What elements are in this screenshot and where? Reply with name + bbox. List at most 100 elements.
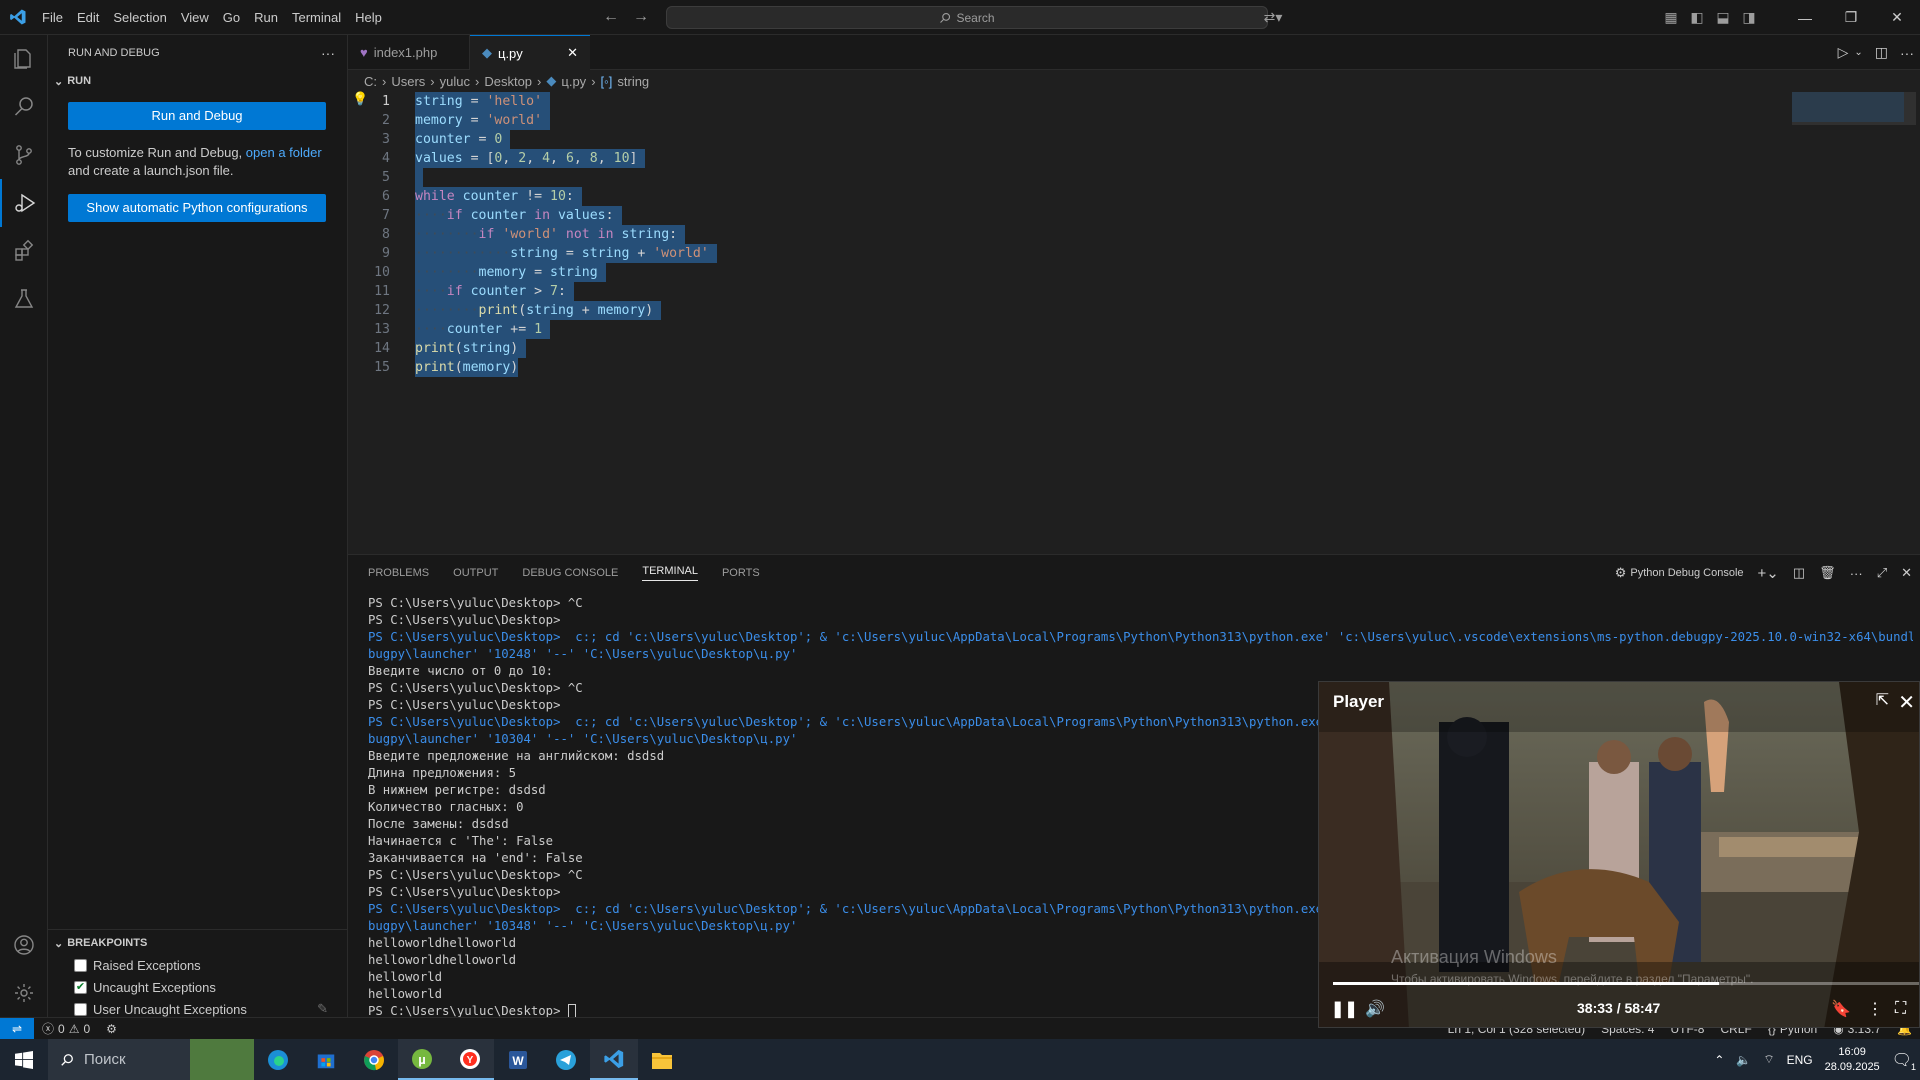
tray-chevron-up-icon[interactable]: ⌃ [1714,1053,1724,1067]
line-number: 12 [374,303,390,318]
tab-problems[interactable]: PROBLEMS [368,567,429,579]
chrome-icon[interactable] [350,1039,398,1080]
run-section-header[interactable]: ⌄ RUN [48,70,347,92]
player-menu-icon[interactable]: ⋮ [1867,999,1883,1019]
word-icon[interactable]: W [494,1039,542,1080]
account-icon[interactable] [0,921,48,969]
notification-center-icon[interactable]: 🗨 1 [1892,1050,1916,1072]
exit-pip-icon[interactable]: ⇱ [1876,690,1889,710]
clock[interactable]: 16:09 28.09.2025 [1825,1045,1880,1075]
input-language[interactable]: ENG [1787,1053,1813,1067]
yandex-browser-icon[interactable]: Y [446,1039,494,1080]
run-python-file-icon[interactable]: ▷ [1838,44,1849,61]
settings-gear-icon[interactable] [0,969,48,1017]
wifi-icon[interactable]: ⌔ [1763,1052,1774,1067]
toggle-sidebar-icon[interactable]: ◧ [1684,0,1710,35]
minimize-icon[interactable]: — [1782,0,1828,35]
search-view-icon[interactable] [0,83,48,131]
volume-icon[interactable]: 🔊 [1365,999,1385,1019]
split-terminal-icon[interactable]: ◫ [1793,565,1805,581]
tab-py-file[interactable]: ◆ ц.py ✕ [470,35,590,70]
source-control-icon[interactable] [0,131,48,179]
breadcrumb-item[interactable]: Users [391,74,425,89]
menu-run[interactable]: Run [247,0,285,35]
customize-layout-icon[interactable]: ▦ [1658,0,1684,35]
video-player-window[interactable]: Player ⇱ ✕ Активация Windows Чтобы актив… [1318,681,1920,1028]
checkbox-raised[interactable] [74,958,87,972]
bookmark-icon[interactable]: 🔖 [1831,999,1851,1019]
file-explorer-icon[interactable] [638,1039,686,1080]
breakpoint-raised[interactable]: Raised Exceptions [48,954,348,976]
restore-icon[interactable]: ❐ [1828,0,1874,35]
split-editor-icon[interactable]: ◫ [1875,44,1888,61]
testing-flask-icon[interactable] [0,275,48,323]
maximize-panel-icon[interactable]: ⤢ [1877,565,1887,581]
tab-output[interactable]: OUTPUT [453,567,498,579]
tab-debug-console[interactable]: DEBUG CONSOLE [522,567,618,579]
edit-pencil-icon[interactable]: ✎ [317,1001,328,1017]
menu-terminal[interactable]: Terminal [285,0,348,35]
breadcrumb: C: › Users › yuluc › Desktop › ◆ ц.py › [◦] s… [348,70,1920,92]
panel-more-icon[interactable]: ··· [1850,566,1863,581]
menu-view[interactable]: View [174,0,216,35]
edge-icon[interactable] [254,1039,302,1080]
editor-more-icon[interactable]: ··· [1900,45,1914,61]
tab-ports[interactable]: PORTS [722,567,760,579]
breakpoint-uncaught[interactable]: ✔ Uncaught Exceptions [48,976,348,998]
menu-go[interactable]: Go [216,0,247,35]
vscode-taskbar-icon[interactable] [590,1039,638,1080]
run-and-debug-button[interactable]: Run and Debug [68,102,326,130]
debug-launch-icon[interactable]: ⚙ [98,1022,125,1036]
close-tab-icon[interactable]: ✕ [567,45,578,61]
copilot-icon[interactable]: ⇄▾ [1256,0,1290,35]
checkbox-user-uncaught[interactable] [74,1002,87,1016]
utorrent-icon[interactable]: µ [398,1039,446,1080]
menu-edit[interactable]: Edit [70,0,106,35]
problems-status[interactable]: ⓧ 0 ⚠ 0 [34,1020,98,1037]
tab-terminal[interactable]: TERMINAL [642,565,698,581]
command-center-search[interactable]: Search [666,6,1268,29]
line-number: 5 [382,170,390,185]
code-editor[interactable]: 💡 1 string = 'hello' 2 memory = 'world' 3c… [348,92,1920,554]
menu-help[interactable]: Help [348,0,389,35]
fullscreen-icon[interactable]: ⛶ [1895,1000,1906,1018]
toggle-secondary-sidebar-icon[interactable]: ◨ [1736,0,1762,35]
breadcrumb-item[interactable]: Desktop [484,74,532,89]
back-arrow-icon[interactable]: ← [603,8,619,26]
player-progress-bar[interactable] [1333,982,1919,985]
breakpoints-header[interactable]: ⌄ BREAKPOINTS [48,932,348,954]
terminal-selector[interactable]: Python Debug Console [1630,567,1743,579]
menu-file[interactable]: File [35,0,70,35]
breadcrumb-item[interactable]: C: [364,74,377,89]
extensions-icon[interactable] [0,227,48,275]
breadcrumb-item[interactable]: string [617,74,649,89]
new-terminal-icon[interactable]: +⌄ [1758,564,1779,582]
speaker-icon[interactable]: 🔈 [1736,1053,1751,1067]
title-right-controls: ⇄▾ ▦ ◧ ⬓ ◨ — ❐ ✕ [1264,0,1920,35]
explorer-icon[interactable] [0,35,48,83]
remote-icon[interactable]: ⇌ [0,1017,34,1040]
taskbar-search[interactable]: Поиск [48,1039,254,1080]
show-python-configs-button[interactable]: Show automatic Python configurations [68,194,326,222]
open-folder-link[interactable]: open a folder [246,145,322,160]
minimap[interactable] [1792,92,1904,122]
kill-terminal-trash-icon[interactable]: 🗑 [1819,565,1836,581]
line-number: 1 [382,94,390,109]
breadcrumb-item[interactable]: yuluc [440,74,470,89]
forward-arrow-icon[interactable]: → [633,8,649,26]
store-icon[interactable] [302,1039,350,1080]
close-window-icon[interactable]: ✕ [1874,0,1920,35]
player-close-icon[interactable]: ✕ [1898,690,1915,715]
run-and-debug-icon[interactable] [0,179,48,227]
menu-selection[interactable]: Selection [106,0,173,35]
breadcrumb-item[interactable]: ц.py [561,74,586,89]
toggle-panel-icon[interactable]: ⬓ [1710,0,1736,35]
pause-icon[interactable]: ❚❚ [1331,999,1358,1019]
close-panel-icon[interactable]: ✕ [1901,565,1912,581]
more-actions-icon[interactable]: ··· [321,45,335,61]
tab-index1-php[interactable]: ♥ index1.php [348,35,470,70]
checkbox-uncaught[interactable]: ✔ [74,980,87,994]
telegram-icon[interactable] [542,1039,590,1080]
run-dropdown-icon[interactable]: ⌄ [1854,47,1862,58]
windows-start-icon[interactable] [0,1039,48,1080]
